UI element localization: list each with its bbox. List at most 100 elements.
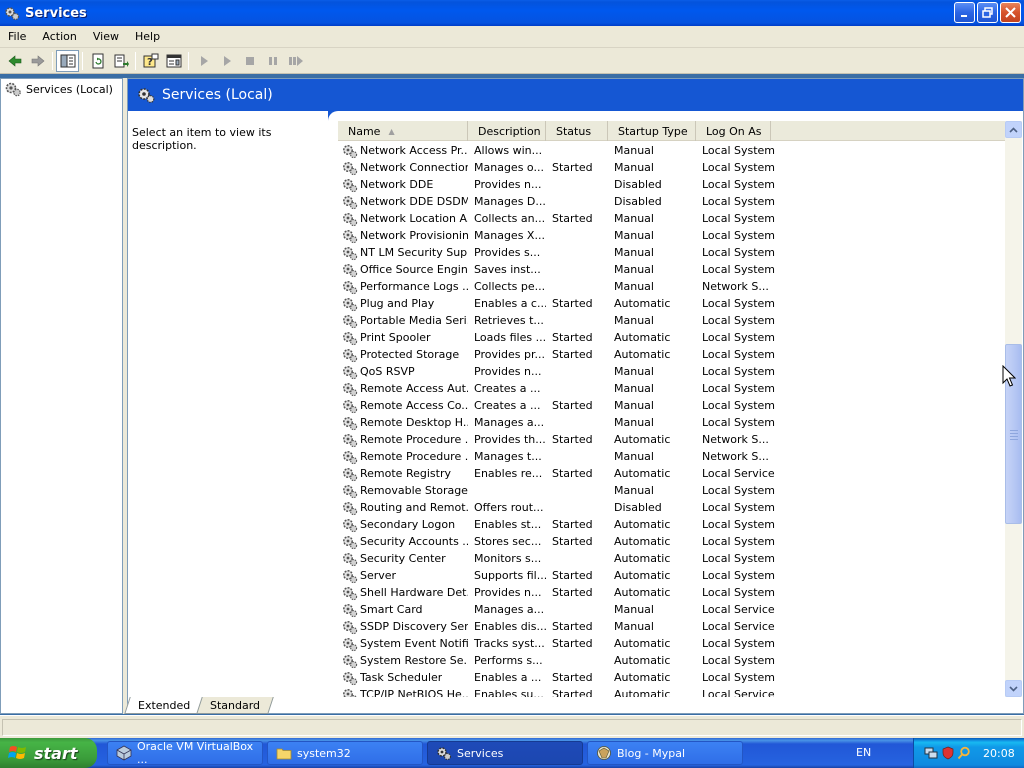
column-header-name[interactable]: Name ▲	[338, 121, 468, 141]
sort-ascending-icon: ▲	[388, 126, 395, 136]
taskbar-item-virtualbox[interactable]: Oracle VM VirtualBox ...	[107, 740, 263, 766]
service-row[interactable]: Task Scheduler Enables a ... Started Automa…	[338, 669, 1008, 686]
export-list-button[interactable]	[109, 50, 132, 72]
tree-item-services-local[interactable]: Services (Local)	[1, 79, 122, 99]
minimize-button[interactable]	[954, 2, 975, 23]
service-row[interactable]: Smart Card Manages a... Manual Local Servic…	[338, 601, 1008, 618]
service-description: Enables st...	[474, 518, 542, 531]
service-log-on-as: Local System	[702, 671, 776, 684]
service-row[interactable]: Network Location A... Collects an... Start…	[338, 210, 1008, 227]
service-row[interactable]: Remote Desktop H... Manages a... Manual Loc…	[338, 414, 1008, 431]
service-name-cell: Performance Logs ...	[338, 279, 468, 295]
service-row[interactable]: Plug and Play Enables a c... Started Automa…	[338, 295, 1008, 312]
pause-service-button[interactable]	[261, 50, 284, 72]
scroll-up-button[interactable]	[1005, 121, 1022, 138]
tab-standard[interactable]: Standard	[196, 697, 275, 714]
tab-extended[interactable]: Extended	[124, 697, 205, 714]
service-row[interactable]: Security Center Monitors s... Automatic Loc…	[338, 550, 1008, 567]
help-button[interactable]: ?	[139, 50, 162, 72]
column-header-description[interactable]: Description	[468, 121, 546, 141]
service-name-cell: Plug and Play	[338, 296, 468, 312]
taskbar-item-mypal[interactable]: Blog - Mypal	[587, 741, 743, 765]
refresh-button[interactable]	[86, 50, 109, 72]
service-row[interactable]: Network Connections Manages o... Started Ma…	[338, 159, 1008, 176]
properties-button[interactable]	[162, 50, 185, 72]
service-row[interactable]: System Event Notifi... Tracks syst... Star…	[338, 635, 1008, 652]
service-row[interactable]: Remote Access Co... Creates a ... Started M…	[338, 397, 1008, 414]
services-list[interactable]: Name ▲ Description Status Startup Type Lo…	[338, 121, 1023, 697]
taskbar-item-system32[interactable]: system32	[267, 741, 423, 765]
service-gear-icon	[343, 161, 358, 175]
service-name-cell: System Restore Se...	[338, 653, 468, 669]
service-row[interactable]: Remote Access Aut... Creates a ... Manual L…	[338, 380, 1008, 397]
service-description: Provides s...	[474, 246, 541, 259]
stop-service-button[interactable]	[238, 50, 261, 72]
service-startup-type: Automatic	[614, 552, 671, 565]
service-row[interactable]: Shell Hardware Det... Provides n... Starte…	[338, 584, 1008, 601]
virtualbox-icon	[116, 745, 132, 761]
service-description: Provides n...	[474, 365, 542, 378]
service-description: Manages X...	[474, 229, 545, 242]
service-row[interactable]: Removable Storage Manual Local System	[338, 482, 1008, 499]
restart-service-button[interactable]	[284, 50, 307, 72]
column-header-status[interactable]: Status	[546, 121, 608, 141]
title-bar[interactable]: Services	[0, 0, 1024, 26]
column-header-startup-type[interactable]: Startup Type	[608, 121, 696, 141]
service-row[interactable]: Routing and Remot... Offers rout... Disabl…	[338, 499, 1008, 516]
service-row[interactable]: Remote Procedure ... Provides th... Starte…	[338, 431, 1008, 448]
mouse-cursor-icon	[1002, 365, 1016, 387]
service-row[interactable]: Performance Logs ... Collects pe... Manual…	[338, 278, 1008, 295]
column-header-log-on-as[interactable]: Log On As	[696, 121, 771, 141]
forward-button[interactable]	[26, 50, 49, 72]
language-indicator[interactable]: EN	[856, 746, 871, 759]
service-name: System Restore Se...	[360, 654, 468, 667]
network-icon[interactable]	[924, 746, 938, 760]
service-row[interactable]: Security Accounts ... Stores sec... Starte…	[338, 533, 1008, 550]
service-row[interactable]: Network DDE Provides n... Disabled Local Sy…	[338, 176, 1008, 193]
service-row[interactable]: Server Supports fil... Started Automatic Loc…	[338, 567, 1008, 584]
service-row[interactable]: Protected Storage Provides pr... Started Au…	[338, 346, 1008, 363]
start-button[interactable]: start	[0, 738, 97, 768]
vertical-scrollbar[interactable]	[1005, 121, 1022, 697]
taskbar-item-services[interactable]: Services	[427, 741, 583, 765]
service-row[interactable]: SSDP Discovery Ser... Enables dis... Start…	[338, 618, 1008, 635]
play-icon	[200, 55, 208, 66]
security-shield-icon[interactable]	[941, 746, 955, 760]
service-log-on-as: Local System	[702, 246, 776, 259]
back-button[interactable]	[3, 50, 26, 72]
service-row[interactable]: Secondary Logon Enables st... Started Autom…	[338, 516, 1008, 533]
restore-button[interactable]	[977, 2, 998, 23]
service-row[interactable]: Remote Registry Enables re... Started Autom…	[338, 465, 1008, 482]
search-icon[interactable]	[957, 746, 971, 760]
resume-service-button[interactable]	[215, 50, 238, 72]
folder-icon	[276, 748, 292, 760]
service-row[interactable]: System Restore Se... Performs s... Automat…	[338, 652, 1008, 669]
clock[interactable]: 20:08	[983, 747, 1015, 760]
service-row[interactable]: Print Spooler Loads files ... Started Autom…	[338, 329, 1008, 346]
service-name-cell: Network Provisionin...	[338, 228, 468, 244]
service-row[interactable]: Portable Media Seri... Retrieves t... Manu…	[338, 312, 1008, 329]
service-row[interactable]: Network DDE DSDM Manages D... Disabled Loca…	[338, 193, 1008, 210]
system-tray: 20:08	[913, 738, 1024, 768]
service-row[interactable]: Remote Procedure ... Manages t... Manual Ne…	[338, 448, 1008, 465]
menu-file[interactable]: File	[0, 30, 34, 43]
menu-help[interactable]: Help	[127, 30, 168, 43]
service-row[interactable]: Network Access Pr... Allows win... Manual L…	[338, 142, 1008, 159]
menu-view[interactable]: View	[85, 30, 127, 43]
service-name: Routing and Remot...	[360, 501, 468, 514]
show-hide-tree-button[interactable]	[56, 49, 79, 72]
service-row[interactable]: Network Provisionin... Manages X... Manual…	[338, 227, 1008, 244]
close-button[interactable]	[1000, 2, 1021, 23]
service-log-on-as: Local System	[702, 195, 776, 208]
menu-action[interactable]: Action	[34, 30, 84, 43]
service-log-on-as: Local System	[702, 535, 776, 548]
service-row[interactable]: QoS RSVP Provides n... Manual Local System	[338, 363, 1008, 380]
service-row[interactable]: NT LM Security Sup... Provides s... Manual…	[338, 244, 1008, 261]
service-row[interactable]: TCP/IP NetBIOS He... Enables su... Started…	[338, 686, 1008, 697]
scroll-down-button[interactable]	[1005, 680, 1022, 697]
service-gear-icon	[343, 654, 358, 668]
service-name: Portable Media Seri...	[360, 314, 468, 327]
service-name: Remote Access Co...	[360, 399, 468, 412]
service-row[interactable]: Office Source Engine Saves inst... Manual L…	[338, 261, 1008, 278]
start-service-button[interactable]	[192, 50, 215, 72]
